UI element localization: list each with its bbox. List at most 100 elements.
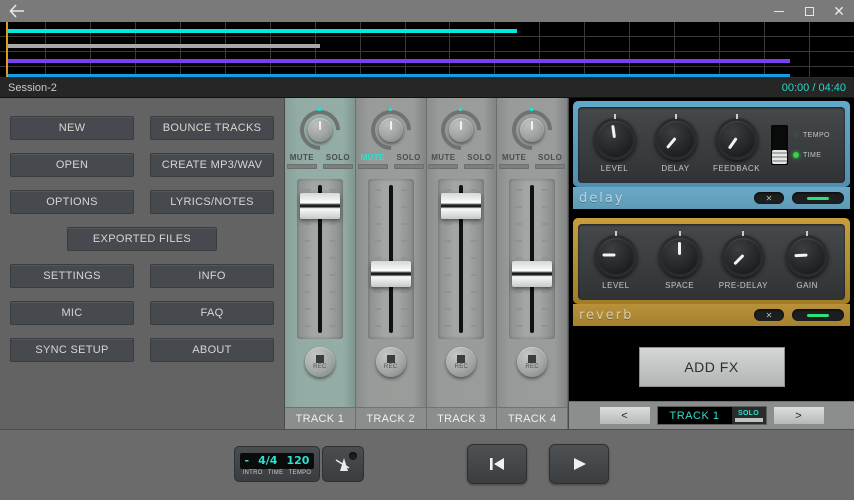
fx-enable-led xyxy=(807,313,829,317)
volume-knob-3[interactable] xyxy=(433,101,490,159)
fader-tick xyxy=(542,325,550,327)
fx-knob-delay[interactable]: DELAY xyxy=(645,113,706,173)
record-button-2[interactable]: REC xyxy=(375,347,406,377)
solo-button-1[interactable]: SOLO xyxy=(322,153,353,169)
switch-track[interactable] xyxy=(771,125,788,165)
volume-fader-2[interactable] xyxy=(367,179,414,339)
fx-knob-feedback[interactable]: FEEDBACK xyxy=(706,113,767,173)
mute-button-2[interactable]: MUTE xyxy=(357,153,388,169)
timeline-gridline xyxy=(764,22,766,77)
metronome-toggle-button[interactable] xyxy=(322,446,364,482)
fader-handle[interactable] xyxy=(299,193,340,220)
volume-fader-1[interactable] xyxy=(296,179,343,339)
switch-option-time[interactable]: TIME xyxy=(793,152,830,159)
fx-knob-dial[interactable] xyxy=(658,230,701,277)
mic-button[interactable]: MIC xyxy=(10,301,134,325)
create-mp3-wav-button[interactable]: CREATE MP3/WAV xyxy=(150,153,274,177)
track-label-3[interactable]: TRACK 3 xyxy=(426,407,497,429)
volume-knob-4[interactable] xyxy=(503,101,561,159)
playhead-marker[interactable] xyxy=(6,22,8,77)
fader-tick xyxy=(515,291,523,293)
switch-option-tempo[interactable]: TEMPO xyxy=(793,132,830,139)
fader-tick xyxy=(444,240,452,242)
solo-button-3[interactable]: SOLO xyxy=(464,153,495,169)
mixer-strip-1[interactable]: MUTE SOLO REC TRACK 1 xyxy=(285,98,356,429)
track-label-2[interactable]: TRACK 2 xyxy=(355,407,426,429)
lyrics-notes-button[interactable]: LYRICS/NOTES xyxy=(150,190,274,214)
knob-led xyxy=(530,108,534,111)
fx-knob-tickmark xyxy=(613,113,616,119)
fx-remove-button[interactable]: ✕ xyxy=(754,192,784,204)
close-button[interactable]: ✕ xyxy=(824,0,854,22)
add-fx-button[interactable]: ADD FX xyxy=(638,346,785,387)
solo-button-4[interactable]: SOLO xyxy=(535,153,566,169)
track-1-wave[interactable] xyxy=(7,29,517,33)
minimize-button[interactable] xyxy=(764,0,794,22)
fx-knob-dial[interactable] xyxy=(654,113,697,160)
track-3-wave[interactable] xyxy=(7,59,790,63)
timeline-waveform-area[interactable] xyxy=(0,22,854,78)
maximize-button[interactable] xyxy=(794,0,824,22)
solo-button-2[interactable]: SOLO xyxy=(393,153,424,169)
rewind-button[interactable] xyxy=(467,444,527,484)
about-button[interactable]: ABOUT xyxy=(150,338,274,362)
settings-button[interactable]: SETTINGS xyxy=(10,264,134,288)
fader-tick xyxy=(515,240,523,242)
open-button[interactable]: OPEN xyxy=(10,153,134,177)
fader-handle[interactable] xyxy=(441,193,482,220)
exported-files-button[interactable]: EXPORTED FILES xyxy=(67,227,217,251)
mixer-strip-2[interactable]: MUTE SOLO REC TRACK 2 xyxy=(355,98,427,429)
fx-knob-dial[interactable] xyxy=(786,230,829,277)
fx-track-display[interactable]: TRACK 1 SOLO xyxy=(656,406,767,425)
track-label-1[interactable]: TRACK 1 xyxy=(285,407,355,429)
volume-fader-4[interactable] xyxy=(509,179,556,339)
record-button-4[interactable]: REC xyxy=(517,347,548,377)
sync-setup-button[interactable]: SYNC SETUP xyxy=(10,338,134,362)
mixer-strip-4[interactable]: MUTE SOLO REC TRACK 4 xyxy=(497,98,568,429)
mute-button-4[interactable]: MUTE xyxy=(499,153,530,169)
volume-knob-1[interactable] xyxy=(291,101,349,159)
record-button-3[interactable]: REC xyxy=(446,347,477,377)
new-button[interactable]: NEW xyxy=(10,116,134,140)
play-button[interactable] xyxy=(549,444,609,484)
fader-handle[interactable] xyxy=(370,261,411,288)
fader-handle[interactable] xyxy=(512,261,553,288)
volume-knob-2[interactable] xyxy=(362,101,419,159)
metronome-display[interactable]: - 4/4 120 INTRO TIME TEMPO xyxy=(234,446,320,482)
mute-button-1[interactable]: MUTE xyxy=(286,153,317,169)
mute-button-3[interactable]: MUTE xyxy=(428,153,459,169)
fader-tick xyxy=(515,223,523,225)
options-button[interactable]: OPTIONS xyxy=(10,190,134,214)
fx-knob-pre-delay[interactable]: PRE-DELAY xyxy=(712,230,776,290)
fx-remove-button[interactable]: ✕ xyxy=(754,309,784,321)
fx-enable-toggle[interactable] xyxy=(792,309,844,321)
mixer-strip-3[interactable]: MUTE SOLO REC TRACK 3 xyxy=(426,98,498,429)
record-label: REC xyxy=(383,363,398,370)
skip-to-start-icon xyxy=(490,458,504,470)
fx-knob-label: LEVEL xyxy=(602,280,630,290)
fx-knob-space[interactable]: SPACE xyxy=(648,230,712,290)
record-button-1[interactable]: REC xyxy=(304,347,335,377)
solo-label: SOLO xyxy=(325,153,351,162)
fx-knob-dial[interactable] xyxy=(715,113,758,160)
fx-knob-dial[interactable] xyxy=(593,113,636,160)
next-track-button[interactable]: > xyxy=(772,406,825,425)
fx-knob-gain[interactable]: GAIN xyxy=(775,230,839,290)
track-4-wave[interactable] xyxy=(7,74,790,77)
back-arrow-icon[interactable] xyxy=(0,0,34,22)
fx-knob-dial[interactable] xyxy=(594,230,637,277)
track-label-4[interactable]: TRACK 4 xyxy=(497,407,567,429)
switch-handle[interactable] xyxy=(772,150,787,164)
fx-solo-button[interactable]: SOLO xyxy=(731,407,766,424)
prev-track-button[interactable]: < xyxy=(598,406,651,425)
faq-button[interactable]: FAQ xyxy=(150,301,274,325)
fx-knob-dial[interactable] xyxy=(722,230,765,277)
track-2-wave[interactable] xyxy=(7,44,321,48)
fx-knob-level[interactable]: LEVEL xyxy=(584,113,645,173)
fx-tempo-time-switch[interactable]: TEMPO TIME xyxy=(767,125,839,165)
fx-enable-toggle[interactable] xyxy=(792,192,844,204)
bounce-tracks-button[interactable]: BOUNCE TRACKS xyxy=(150,116,274,140)
volume-fader-3[interactable] xyxy=(438,179,485,339)
info-button[interactable]: INFO xyxy=(150,264,274,288)
fx-knob-level[interactable]: LEVEL xyxy=(584,230,648,290)
